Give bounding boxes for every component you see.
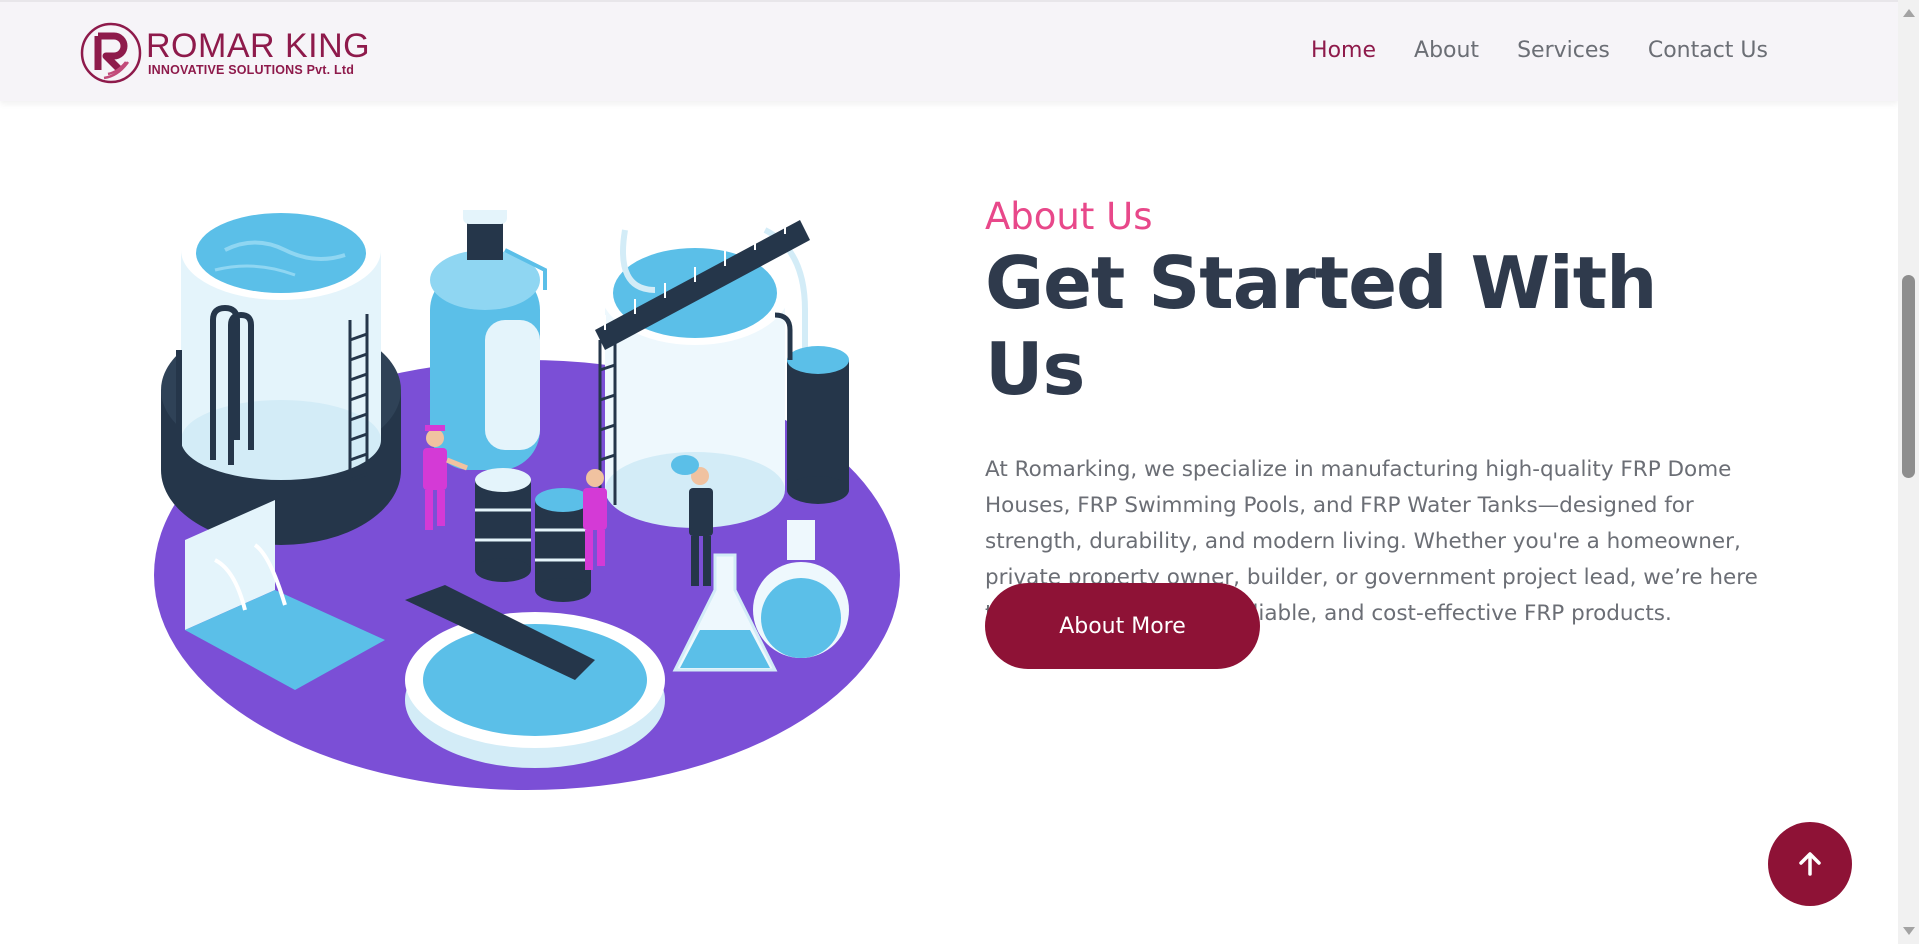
about-section: About Us Get Started With Us At Romarkin…: [985, 195, 1775, 669]
r-monogram-logo-icon: [80, 22, 142, 84]
nav-services-link[interactable]: Services: [1517, 38, 1610, 63]
brand-tagline: INNOVATIVE SOLUTIONS Pvt. Ltd: [148, 63, 355, 77]
arrow-up-icon: [1799, 852, 1821, 876]
back-to-top-button[interactable]: [1768, 822, 1852, 906]
water-treatment-plant-illustration: [154, 210, 900, 790]
section-heading: Get Started With Us: [985, 241, 1657, 411]
brand-logo[interactable]: ROMAR KING INNOVATIVE SOLUTIONS Pvt. Ltd: [80, 22, 370, 84]
scroll-down-arrow-icon[interactable]: [1903, 927, 1915, 935]
main-nav: Home About Services Contact Us: [1311, 38, 1768, 63]
brand-text: ROMAR KING INNOVATIVE SOLUTIONS Pvt. Ltd: [146, 29, 370, 77]
page-scrollbar[interactable]: [1898, 0, 1919, 944]
scrollbar-thumb[interactable]: [1902, 275, 1915, 478]
nav-about-link[interactable]: About: [1414, 38, 1479, 63]
site-header: ROMAR KING INNOVATIVE SOLUTIONS Pvt. Ltd…: [0, 0, 1898, 101]
nav-contact-link[interactable]: Contact Us: [1648, 38, 1768, 63]
scroll-up-arrow-icon[interactable]: [1903, 9, 1915, 17]
section-eyebrow: About Us: [985, 195, 1153, 238]
about-more-button[interactable]: About More: [985, 583, 1260, 669]
brand-name: ROMAR KING: [146, 27, 371, 65]
nav-home-link[interactable]: Home: [1311, 38, 1376, 63]
